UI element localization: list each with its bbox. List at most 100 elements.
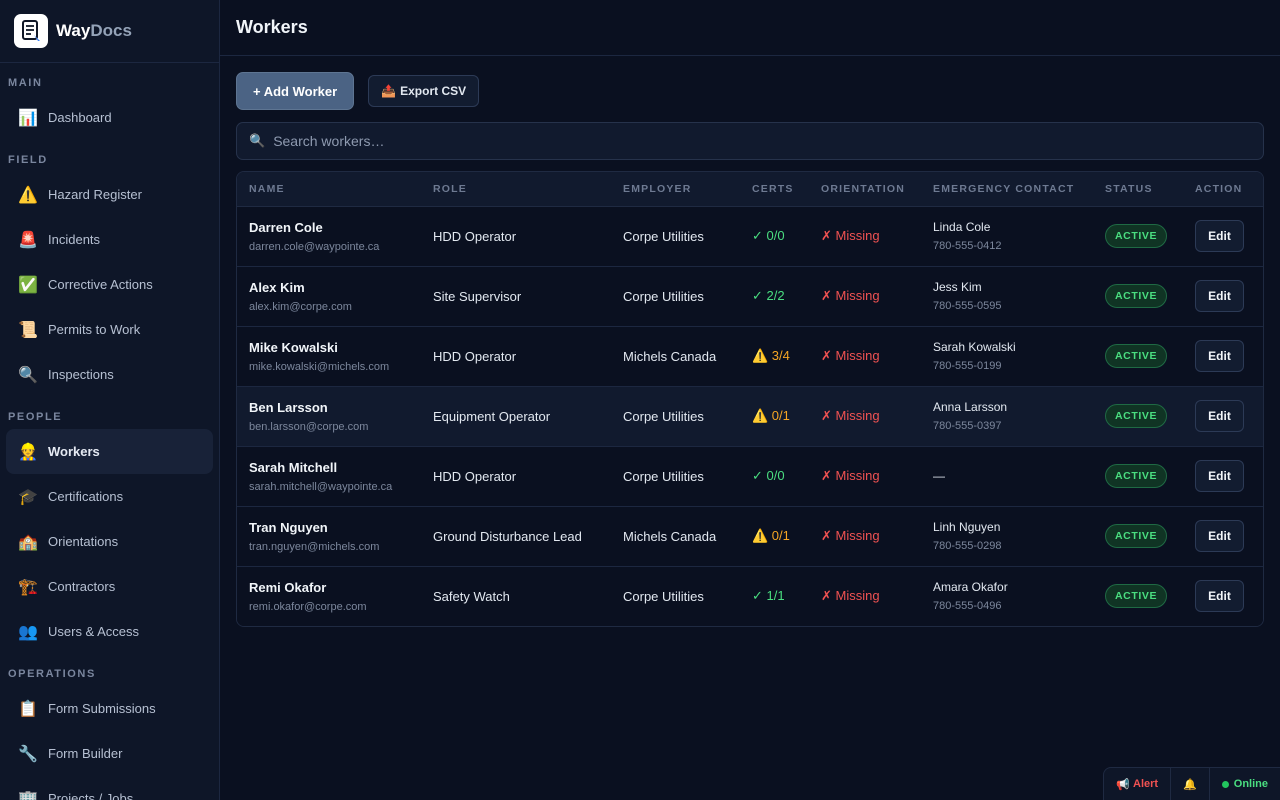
cell-emergency-contact: Linh Nguyen 780-555-0298 [921, 506, 1093, 566]
sidebar-item-permits-to-work[interactable]: 📜 Permits to Work [6, 307, 213, 352]
table-row[interactable]: Remi Okafor remi.okafor@corpe.com Safety W… [237, 566, 1263, 626]
warning-icon: ⚠️ [18, 186, 38, 204]
contact-name: Linh Nguyen [933, 520, 1001, 534]
cell-employer: Corpe Utilities [611, 566, 740, 626]
cell-orientation: ✗ Missing [809, 506, 921, 566]
worker-name[interactable]: Remi Okafor [249, 580, 421, 595]
worker-email: sarah.mitchell@waypointe.ca [249, 480, 393, 493]
status-badge: ACTIVE [1105, 584, 1168, 609]
cell-emergency-contact: Amara Okafor 780-555-0496 [921, 566, 1093, 626]
building-icon: 🏢 [18, 790, 38, 800]
sidebar-item-label: Corrective Actions [48, 277, 153, 292]
edit-button[interactable]: Edit [1195, 340, 1244, 372]
sidebar-item-form-builder[interactable]: 🔧 Form Builder [6, 731, 213, 776]
cell-action: Edit [1183, 266, 1263, 326]
column-header-role: ROLE [421, 172, 611, 207]
sidebar-item-label: Workers [48, 444, 100, 459]
cell-name: Darren Cole darren.cole@waypointe.ca [237, 206, 421, 266]
edit-button[interactable]: Edit [1195, 220, 1244, 252]
sidebar-item-hazard-register[interactable]: ⚠️ Hazard Register [6, 172, 213, 217]
table-row[interactable]: Darren Cole darren.cole@waypointe.ca HDD O… [237, 206, 1263, 266]
sidebar-item-corrective-actions[interactable]: ✅ Corrective Actions [6, 262, 213, 307]
cell-role: HDD Operator [421, 206, 611, 266]
status-badge: ACTIVE [1105, 524, 1168, 548]
table-row[interactable]: Alex Kim alex.kim@corpe.com Site Superviso… [237, 266, 1263, 326]
worker-name[interactable]: Darren Cole [249, 220, 421, 235]
worker-role: HDD Operator [433, 348, 517, 364]
sidebar-item-certifications[interactable]: 🎓 Certifications [6, 474, 213, 519]
cell-orientation: ✗ Missing [809, 566, 921, 626]
edit-button[interactable]: Edit [1195, 580, 1244, 613]
alert-button[interactable]: 📢 Alert [1104, 768, 1170, 800]
sidebar-item-workers[interactable]: 👷 Workers [6, 429, 213, 474]
contact-phone: 780-555-0199 [933, 360, 1002, 372]
table-row[interactable]: Mike Kowalski mike.kowalski@michels.com HD… [237, 326, 1263, 386]
cell-employer: Corpe Utilities [611, 386, 740, 446]
scroll-icon: 📜 [18, 321, 38, 339]
check-icon: ✅ [18, 276, 38, 294]
export-csv-label: Export CSV [400, 84, 467, 98]
sidebar-item-users-access[interactable]: 👥 Users & Access [6, 609, 213, 654]
brand-name-suffix: Docs [90, 21, 132, 40]
siren-icon: 🚨 [18, 231, 38, 249]
edit-button[interactable]: Edit [1195, 280, 1244, 312]
notifications-button[interactable]: 🔔 [1170, 768, 1209, 800]
table-row[interactable]: Tran Nguyen tran.nguyen@michels.com Ground… [237, 506, 1263, 566]
certs-status: ⚠️ 3/4 [752, 348, 790, 363]
worker-email: mike.kowalski@michels.com [249, 360, 390, 373]
sidebar-item-contractors[interactable]: 🏗️ Contractors [6, 564, 213, 609]
cell-role: Ground Disturbance Lead [421, 506, 611, 566]
cell-emergency-contact: Sarah Kowalski 780-555-0199 [921, 326, 1093, 386]
search-input[interactable] [273, 133, 1234, 149]
school-icon: 🏫 [18, 533, 38, 551]
add-worker-button[interactable]: + Add Worker [236, 72, 355, 110]
edit-button[interactable]: Edit [1195, 400, 1244, 432]
column-header-emergency-contact: EMERGENCY CONTACT [921, 172, 1093, 207]
online-label: Online [1233, 778, 1268, 790]
worker-employer: Corpe Utilities [623, 588, 704, 604]
topbar: Workers [220, 0, 1280, 56]
worker-name[interactable]: Mike Kowalski [249, 340, 421, 355]
section-label-field: FIELD [8, 154, 48, 166]
sidebar-item-orientations[interactable]: 🏫 Orientations [6, 519, 213, 564]
worker-name[interactable]: Sarah Mitchell [249, 460, 421, 475]
sidebar-item-dashboard[interactable]: 📊 Dashboard [6, 95, 213, 140]
certs-status: ✓ 1/1 [752, 588, 785, 604]
worker-name[interactable]: Alex Kim [249, 280, 421, 295]
alert-label: Alert [1133, 778, 1159, 790]
sidebar-item-projects-jobs[interactable]: 🏢 Projects / Jobs [6, 776, 213, 800]
cell-action: Edit [1183, 206, 1263, 266]
column-header-certs: CERTS [740, 172, 809, 207]
cell-employer: Michels Canada [611, 326, 740, 386]
edit-button[interactable]: Edit [1195, 520, 1244, 552]
worker-name[interactable]: Ben Larsson [249, 400, 421, 415]
export-csv-button[interactable]: 📤 Export CSV [368, 75, 480, 107]
edit-button[interactable]: Edit [1195, 460, 1244, 492]
sidebar-item-inspections[interactable]: 🔍 Inspections [6, 352, 213, 397]
table-row[interactable]: Sarah Mitchell sarah.mitchell@waypointe.c… [237, 446, 1263, 506]
section-label-people: PEOPLE [8, 411, 63, 423]
sidebar-item-label: Orientations [48, 534, 119, 549]
sidebar-item-label: Form Submissions [48, 701, 156, 716]
contact-phone: 780-555-0397 [933, 420, 1002, 432]
sidebar-item-incidents[interactable]: 🚨 Incidents [6, 217, 213, 262]
cell-role: Equipment Operator [421, 386, 611, 446]
brand-name-prefix: Way [56, 21, 91, 40]
orientation-status: ✗ Missing [821, 528, 880, 543]
worker-employer: Michels Canada [623, 348, 717, 364]
sidebar-item-form-submissions[interactable]: 📋 Form Submissions [6, 686, 213, 731]
contact-name: Jess Kim [933, 280, 982, 294]
worker-name[interactable]: Tran Nguyen [249, 520, 421, 535]
contact-phone: 780-555-0595 [933, 300, 1002, 312]
worker-employer: Corpe Utilities [623, 228, 704, 244]
worker-role: HDD Operator [433, 228, 517, 244]
table-row[interactable]: Ben Larsson ben.larsson@corpe.com Equipmen… [237, 386, 1263, 446]
search-icon: 🔍 [249, 133, 266, 148]
orientation-status: ✗ Missing [821, 408, 880, 423]
section-label-main: MAIN [8, 77, 43, 89]
cell-name: Tran Nguyen tran.nguyen@michels.com [237, 506, 421, 566]
cell-employer: Corpe Utilities [611, 446, 740, 506]
search-bar[interactable]: 🔍 [236, 122, 1264, 160]
cell-status: ACTIVE [1093, 506, 1183, 566]
brand[interactable]: WayDocs [0, 0, 219, 63]
